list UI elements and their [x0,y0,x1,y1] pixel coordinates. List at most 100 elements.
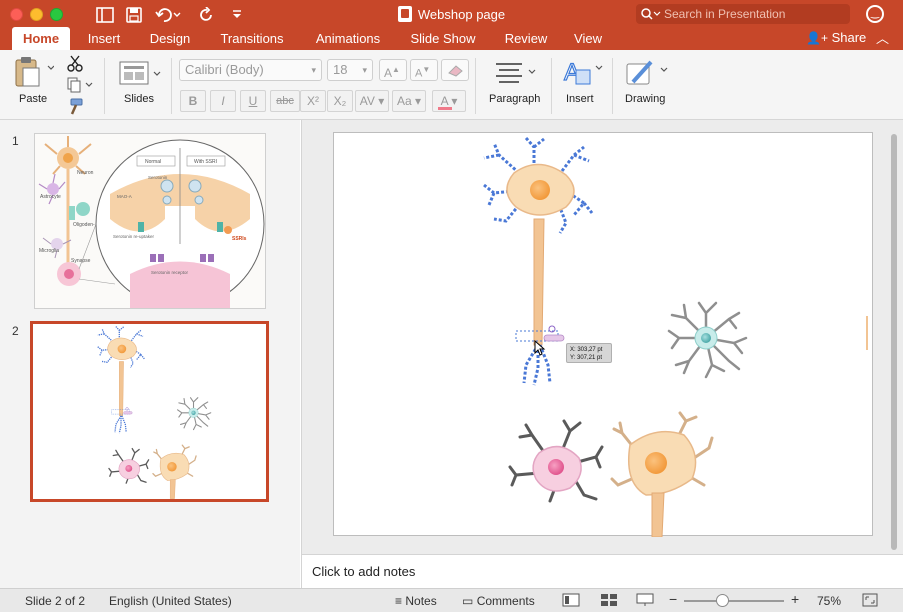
underline-button[interactable]: U [240,90,266,112]
notes-placeholder: Click to add notes [312,564,416,579]
paste-label: Paste [19,93,48,105]
mouse-pointer-icon [534,340,546,356]
font-name-select[interactable]: Calibri (Body) ▾ [179,59,322,81]
collapse-ribbon-icon[interactable]: ︿ [876,28,889,47]
scrollbar-thumb[interactable] [891,134,897,550]
comments-icon: ▭ [462,594,474,608]
slide-thumbnail-1[interactable]: Neuron Astrocyte Oligoden- drocyte Micro… [34,133,266,309]
slide-thumbnail-2[interactable] [30,321,269,502]
reading-view-icon[interactable] [636,593,654,607]
maximize-window-button[interactable] [50,8,63,21]
paragraph-label: Paragraph [489,93,541,105]
tab-view[interactable]: View [566,27,610,50]
thumb-label-with-ssri: With SSRI [194,159,217,165]
comments-toggle-label: Comments [476,594,535,608]
thumb-label-ssris: SSRIs [232,236,247,242]
font-size-select[interactable]: 18 ▾ [327,59,373,81]
thumb-label-normal: Normal [145,159,161,165]
normal-view-icon[interactable] [562,593,580,607]
tooltip-y-value: Y: 307,21 pt [570,355,603,361]
paragraph-icon[interactable] [494,60,538,84]
thumb-label-astrocyte: Astrocyte [40,194,61,200]
notes-icon: ≡ [395,594,403,608]
tab-review[interactable]: Review [498,27,554,50]
drawing-icon[interactable] [625,58,669,88]
format-painter-icon[interactable] [66,98,84,116]
language-indicator[interactable]: English (United States) [109,594,232,608]
font-color-button[interactable]: A ▾ [432,90,466,112]
minimize-window-button[interactable] [30,8,43,21]
powerpoint-document-icon [397,6,412,22]
tab-animations[interactable]: Animations [306,27,390,50]
comments-toggle-button[interactable]: ▭ Comments [462,594,535,608]
ribbon-separator [171,58,172,114]
notes-toggle-label: Notes [405,594,437,608]
slides-label: Slides [124,93,154,105]
chevron-down-icon: ▾ [311,65,316,75]
synapse-zoom-circle [95,139,265,309]
new-slide-icon[interactable] [118,60,162,88]
zoom-out-button[interactable]: − [669,591,677,607]
font-name-value: Calibri (Body) [185,62,264,77]
feedback-smiley-icon[interactable] [866,5,884,23]
tab-insert[interactable]: Insert [80,27,128,50]
thumbnail-number: 1 [12,134,19,148]
sidebar-toggle-icon[interactable] [96,5,114,25]
zoom-in-button[interactable]: + [791,591,799,607]
close-window-button[interactable] [10,8,23,21]
slide-content [482,136,868,539]
font-size-value: 18 [333,62,348,77]
slide-2-miniature [33,324,266,500]
tooltip-x-value: X: 303,27 pt [570,347,603,353]
character-spacing-button[interactable]: AV ▾ [355,90,389,112]
thumb-label-microglia: Microglia [39,248,59,254]
editor-vertical-scrollbar[interactable] [890,132,898,552]
clear-formatting-button[interactable] [441,59,469,81]
position-tooltip: X: 303,27 pt Y: 307,21 pt [566,343,612,363]
change-case-label: Aa [396,94,412,108]
tab-slide-show[interactable]: Slide Show [402,27,484,50]
character-spacing-label: AV [359,94,375,108]
share-button[interactable]: 👤+ Share [806,30,866,45]
zoom-slider[interactable] [684,600,784,602]
notes-pane[interactable]: Click to add notes [302,554,903,588]
thumb-label-synapse: Synapse [71,258,91,264]
fit-to-window-icon[interactable] [862,593,880,607]
save-icon[interactable] [126,5,142,25]
shrink-font-button[interactable]: A▼ [410,59,438,81]
thumb-label-maoa: MAO-A [117,194,132,199]
italic-button[interactable]: I [210,90,236,112]
insert-label: Insert [566,93,594,105]
serotonin-synapse-illustration: Neuron Astrocyte Oligoden- drocyte Micro… [35,134,265,309]
subscript-button[interactable]: X₂ [327,90,353,112]
share-label: Share [831,30,867,45]
status-bar: Slide 2 of 2 English (United States) ≡ N… [0,588,903,612]
undo-icon[interactable] [155,5,181,25]
tab-design[interactable]: Design [142,27,198,50]
notes-toggle-button[interactable]: ≡ Notes [395,594,437,608]
superscript-button[interactable]: X² [300,90,326,112]
cut-icon[interactable] [66,54,84,72]
zoom-level[interactable]: 75% [817,594,841,608]
redo-icon[interactable] [199,5,215,25]
customize-toolbar-icon[interactable] [231,5,243,25]
synapse-cell-image [57,262,81,286]
tab-transitions[interactable]: Transitions [212,27,292,50]
paste-icon[interactable] [14,56,54,88]
current-slide-canvas[interactable]: X: 303,27 pt Y: 307,21 pt [333,132,873,539]
bold-button[interactable]: B [180,90,206,112]
strikethrough-button[interactable]: abc [270,90,300,112]
insert-shapes-icon[interactable]: A [562,56,606,88]
grow-font-button[interactable]: A▲ [379,59,407,81]
tab-home[interactable]: Home [12,27,70,50]
drawing-label: Drawing [625,93,666,105]
font-color-swatch [438,107,452,110]
change-case-button[interactable]: Aa ▾ [392,90,426,112]
offslide-shape-edge [866,316,868,350]
search-input[interactable] [636,4,850,24]
thumb-label-neuron: Neuron [77,170,94,176]
slide-sorter-view-icon[interactable] [600,593,618,607]
copy-icon[interactable] [66,77,94,93]
zoom-slider-handle[interactable] [716,594,729,607]
ribbon-separator [104,58,105,114]
